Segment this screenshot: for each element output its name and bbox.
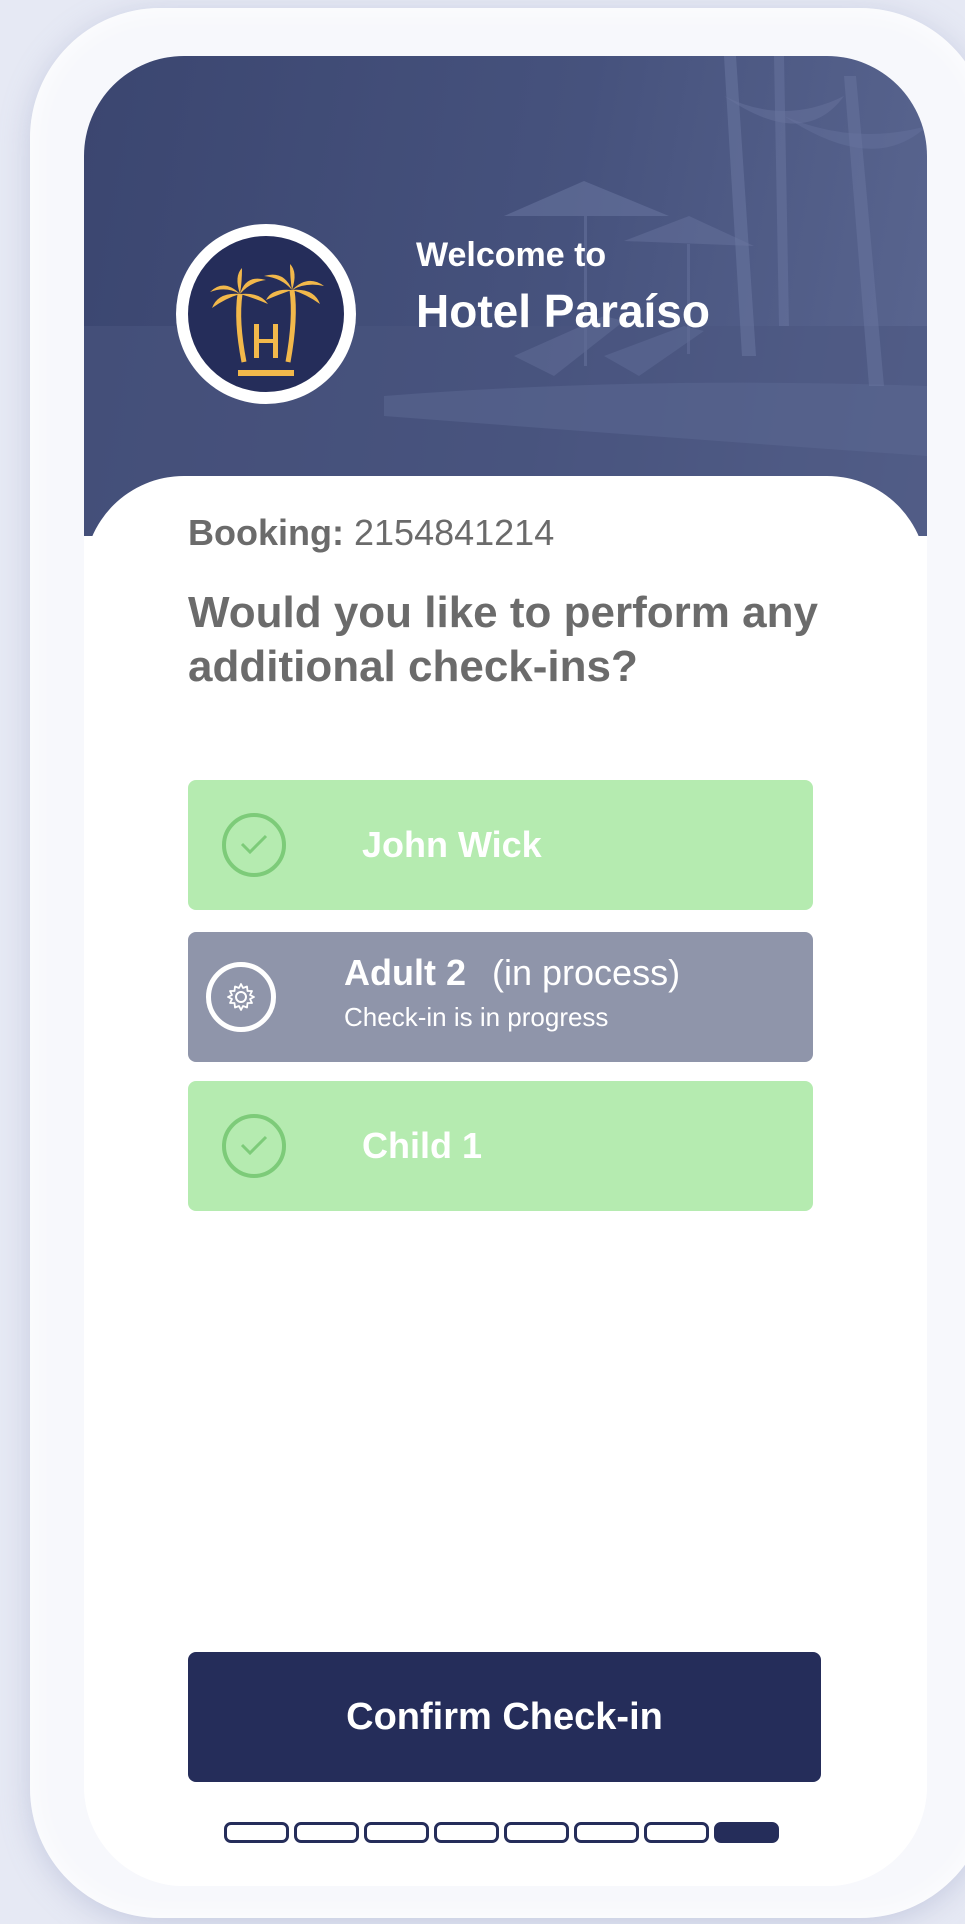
gear-icon xyxy=(206,962,276,1032)
step-indicator xyxy=(224,1822,289,1843)
palm-trees-icon xyxy=(210,264,324,376)
guest-status: (in process) xyxy=(492,952,681,993)
step-indicator xyxy=(504,1822,569,1843)
guest-item-john-wick[interactable]: John Wick xyxy=(188,780,813,910)
step-indicator xyxy=(644,1822,709,1843)
welcome-text: Welcome to xyxy=(416,236,607,274)
guest-name: Adult 2 xyxy=(344,952,466,993)
progress-steps xyxy=(224,1822,779,1843)
booking-label: Booking: xyxy=(188,512,344,553)
guest-name: John Wick xyxy=(362,824,542,865)
check-icon xyxy=(222,813,286,877)
guest-subtitle: Check-in is in progress xyxy=(344,1002,609,1032)
app-screen: Welcome to Hotel Paraíso Booking: 215484… xyxy=(84,56,927,1886)
step-indicator xyxy=(574,1822,639,1843)
step-indicator xyxy=(294,1822,359,1843)
step-indicator-current xyxy=(714,1822,779,1843)
step-indicator xyxy=(434,1822,499,1843)
hotel-name: Hotel Paraíso xyxy=(416,285,710,337)
booking-info: Booking: 2154841214 xyxy=(188,512,554,554)
step-indicator xyxy=(364,1822,429,1843)
guest-item-adult-2[interactable]: Adult 2 (in process) Check-in is in progr… xyxy=(188,932,813,1062)
guest-name: Child 1 xyxy=(362,1125,483,1166)
hotel-logo xyxy=(176,224,356,404)
check-icon xyxy=(222,1114,286,1178)
guest-item-child-1[interactable]: Child 1 xyxy=(188,1081,813,1211)
page-title: Would you like to perform any additional… xyxy=(188,588,818,691)
booking-number: 2154841214 xyxy=(354,512,555,553)
hotel-header: Welcome to Hotel Paraíso xyxy=(84,56,927,536)
confirm-check-in-button[interactable]: Confirm Check-in xyxy=(188,1652,821,1782)
guest-title: Adult 2 (in process) xyxy=(344,952,680,994)
